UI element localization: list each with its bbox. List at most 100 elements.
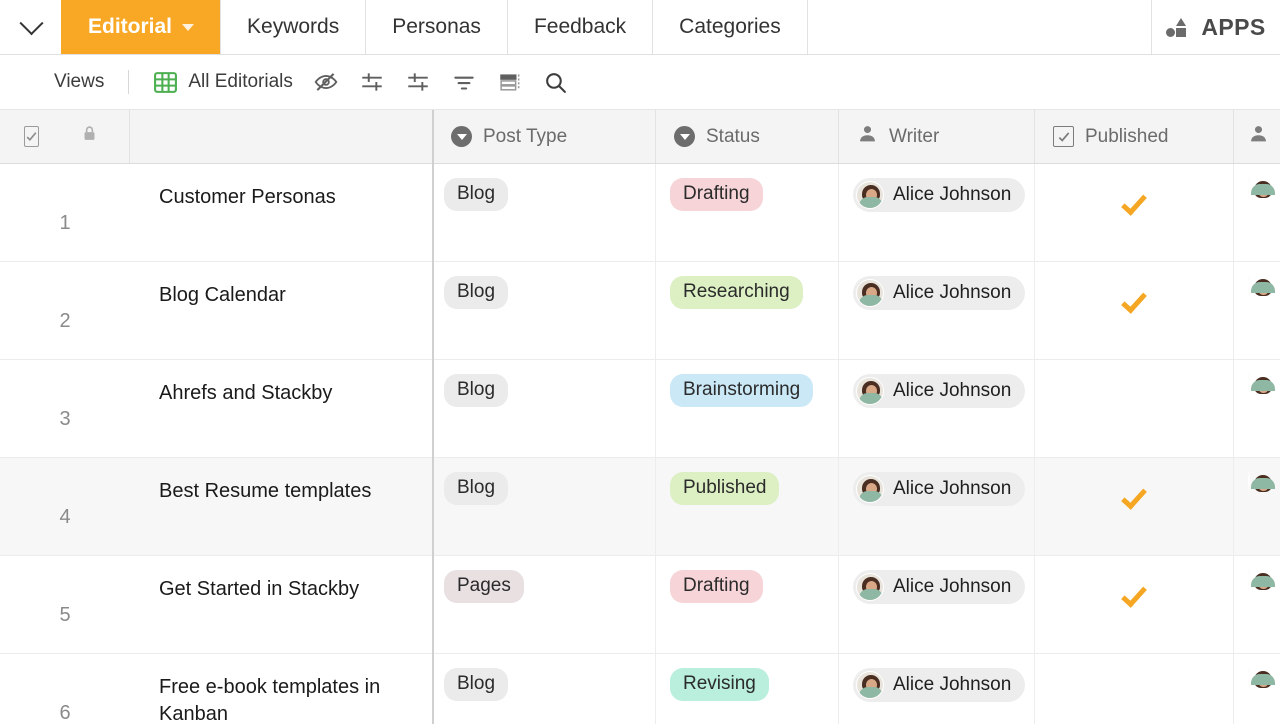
- tab-keywords[interactable]: Keywords: [220, 0, 367, 54]
- table-row[interactable]: 4 Best Resume templates Blog Published Alice…: [0, 458, 1280, 556]
- row-height-button[interactable]: [487, 63, 533, 101]
- cell-writer[interactable]: Alice Johnson: [839, 654, 1035, 724]
- search-button[interactable]: [533, 63, 578, 101]
- published-check-icon[interactable]: [1121, 581, 1147, 608]
- sidebar-collapse-toggle[interactable]: [0, 0, 62, 54]
- header-label-published: Published: [1085, 125, 1169, 147]
- group-button[interactable]: [395, 63, 441, 101]
- tab-feedback[interactable]: Feedback: [506, 0, 654, 54]
- sort-button[interactable]: [441, 63, 487, 101]
- cell-post-type[interactable]: Blog: [433, 654, 656, 724]
- published-check-icon[interactable]: [1121, 483, 1147, 510]
- row-number-cell: 2: [0, 262, 130, 359]
- cell-next-column[interactable]: [1234, 164, 1280, 261]
- cell-post-type[interactable]: Blog: [433, 458, 656, 555]
- cell-next-column[interactable]: [1234, 556, 1280, 653]
- header-published[interactable]: Published: [1035, 110, 1234, 163]
- avatar: [856, 573, 884, 601]
- tab-categories[interactable]: Categories: [652, 0, 808, 54]
- cell-status[interactable]: Researching: [656, 262, 839, 359]
- collaborator-icon: [1248, 123, 1269, 150]
- header-post-type[interactable]: Post Type: [433, 110, 656, 163]
- table-row[interactable]: 5 Get Started in Stackby Pages Drafting Alic…: [0, 556, 1280, 654]
- cell-status[interactable]: Brainstorming: [656, 360, 839, 457]
- table-row[interactable]: 3 Ahrefs and Stackby Blog Brainstorming Alic…: [0, 360, 1280, 458]
- tab-label: Editorial: [88, 15, 173, 38]
- tab-label: Feedback: [533, 15, 627, 38]
- avatar: [856, 377, 884, 405]
- cell-post-type[interactable]: Pages: [433, 556, 656, 653]
- header-status[interactable]: Status: [656, 110, 839, 163]
- row-number: 2: [59, 310, 71, 332]
- cell-title[interactable]: Customer Personas: [130, 164, 433, 261]
- writer-name: Alice Johnson: [893, 380, 1012, 401]
- cell-post-type[interactable]: Blog: [433, 262, 656, 359]
- views-button[interactable]: Views: [14, 63, 114, 101]
- writer-name: Alice Johnson: [893, 478, 1012, 499]
- tab-personas[interactable]: Personas: [365, 0, 508, 54]
- cell-status[interactable]: Drafting: [656, 556, 839, 653]
- current-view-button[interactable]: All Editorials: [143, 63, 303, 101]
- view-toolbar: Views All Editorials: [0, 55, 1280, 110]
- cell-published[interactable]: [1035, 556, 1234, 653]
- published-check-icon[interactable]: [1121, 189, 1147, 216]
- cell-writer[interactable]: Alice Johnson: [839, 262, 1035, 359]
- tab-label: Personas: [392, 15, 481, 38]
- status-badge: Drafting: [670, 178, 763, 211]
- table-row[interactable]: 6 Free e-book templates in Kanban Blog Revi…: [0, 654, 1280, 724]
- cell-writer[interactable]: Alice Johnson: [839, 458, 1035, 555]
- cell-published[interactable]: [1035, 164, 1234, 261]
- hamburger-icon: [24, 77, 44, 87]
- checkbox-field-icon: [1053, 126, 1074, 147]
- header-next-column[interactable]: [1234, 110, 1280, 163]
- status-badge: Published: [670, 472, 780, 505]
- collaborator-chip: Alice Johnson: [853, 668, 1026, 702]
- group-icon: [405, 69, 431, 95]
- tab-caret-down-icon[interactable]: [182, 23, 195, 31]
- chevron-down-icon: [18, 10, 44, 35]
- row-number: 5: [59, 604, 71, 626]
- select-all-checkbox[interactable]: [24, 126, 39, 147]
- cell-next-column[interactable]: [1234, 458, 1280, 555]
- table-row[interactable]: 2 Blog Calendar Blog Researching Alice Johns…: [0, 262, 1280, 360]
- cell-title[interactable]: Free e-book templates in Kanban: [130, 654, 433, 724]
- cell-next-column[interactable]: [1234, 654, 1280, 724]
- cell-status[interactable]: Published: [656, 458, 839, 555]
- cell-writer[interactable]: Alice Johnson: [839, 360, 1035, 457]
- cell-status[interactable]: Drafting: [656, 164, 839, 261]
- title-text: Best Resume templates: [159, 480, 372, 502]
- tab-bar-filler: [979, 0, 1153, 54]
- cell-post-type[interactable]: Blog: [433, 164, 656, 261]
- table-row[interactable]: 1 Customer Personas Blog Drafting Alice John…: [0, 164, 1280, 262]
- avatar: [1248, 177, 1275, 198]
- published-check-icon[interactable]: [1121, 287, 1147, 314]
- title-text: Get Started in Stackby: [159, 578, 360, 600]
- post-type-badge: Pages: [444, 570, 524, 603]
- cell-title[interactable]: Get Started in Stackby: [130, 556, 433, 653]
- tab-editorial[interactable]: Editorial: [61, 0, 222, 54]
- title-text: Customer Personas: [159, 186, 336, 208]
- cell-title[interactable]: Blog Calendar: [130, 262, 433, 359]
- row-number-cell: 6: [0, 654, 130, 724]
- cell-writer[interactable]: Alice Johnson: [839, 164, 1035, 261]
- cell-post-type[interactable]: Blog: [433, 360, 656, 457]
- header-writer[interactable]: Writer: [839, 110, 1035, 163]
- cell-next-column[interactable]: [1234, 262, 1280, 359]
- title-text: Ahrefs and Stackby: [159, 382, 333, 404]
- apps-button[interactable]: APPS: [1152, 0, 1280, 54]
- status-badge: Revising: [670, 668, 769, 701]
- row-number-cell: 3: [0, 360, 130, 457]
- row-number: 4: [59, 506, 71, 528]
- cell-published[interactable]: [1035, 262, 1234, 359]
- cell-published[interactable]: [1035, 654, 1234, 724]
- cell-title[interactable]: Ahrefs and Stackby: [130, 360, 433, 457]
- cell-title[interactable]: Best Resume templates: [130, 458, 433, 555]
- cell-published[interactable]: [1035, 458, 1234, 555]
- cell-next-column[interactable]: [1234, 360, 1280, 457]
- hide-fields-button[interactable]: [303, 63, 349, 101]
- filter-button[interactable]: [349, 63, 395, 101]
- cell-published[interactable]: [1035, 360, 1234, 457]
- current-view-name: All Editorials: [188, 71, 293, 92]
- cell-writer[interactable]: Alice Johnson: [839, 556, 1035, 653]
- cell-status[interactable]: Revising: [656, 654, 839, 724]
